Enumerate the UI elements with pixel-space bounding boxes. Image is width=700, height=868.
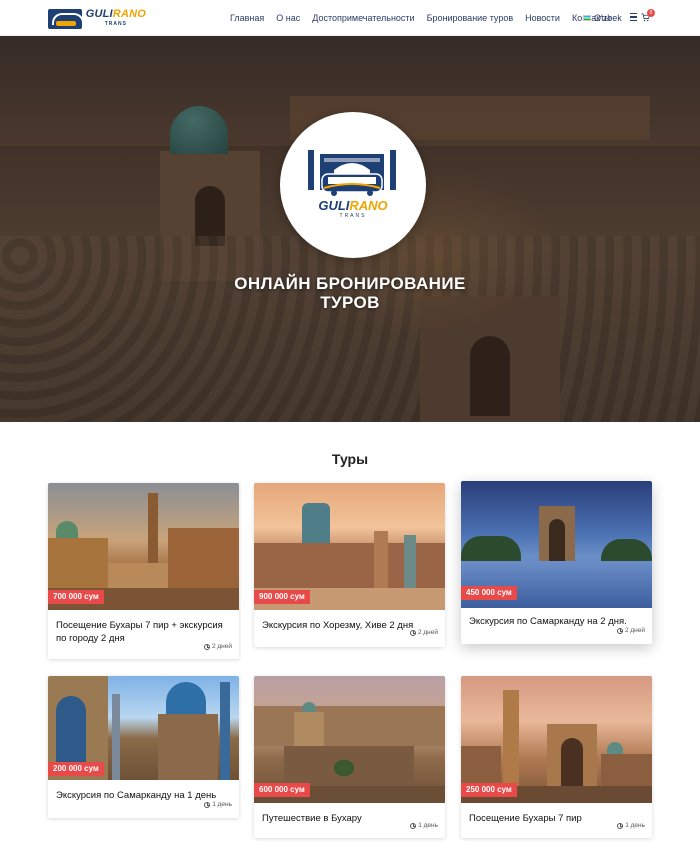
hero-logo: GULIRANO TRANS: [280, 112, 426, 258]
main-nav: Главная О нас Достопримечательности Брон…: [230, 0, 623, 36]
price-badge: 900 000 сум: [254, 590, 310, 604]
tour-duration: 1 день: [204, 801, 232, 808]
tour-card[interactable]: 450 000 сум Экскурсия по Самарканду на 2…: [461, 481, 652, 644]
hero-logo-sub: TRANS: [339, 213, 367, 219]
gate-bus-logo-icon: [308, 150, 396, 196]
uzbekistan-flag-icon: [583, 15, 591, 21]
site-logo[interactable]: GULIRANO TRANS: [48, 8, 146, 30]
nav-tour-booking[interactable]: Бронирование туров: [427, 13, 514, 23]
site-header: GULIRANO TRANS Главная О нас Достопримеч…: [0, 0, 700, 36]
hero-banner: GULIRANO TRANS ОНЛАЙН БРОНИРОВАНИЕ ТУРОВ: [0, 36, 700, 422]
hero-title: ОНЛАЙН БРОНИРОВАНИЕ ТУРОВ: [234, 274, 466, 312]
tour-title[interactable]: Посещение Бухары 7 пир + экскурсия по го…: [56, 619, 232, 645]
tour-card[interactable]: 600 000 сум Путешествие в Бухару 1 день: [254, 676, 445, 838]
logo-text: GULIRANO TRANS: [85, 8, 146, 28]
menu-icon[interactable]: [630, 13, 637, 21]
language-switcher[interactable]: O'zbek: [583, 13, 622, 23]
price-badge: 450 000 сум: [461, 586, 517, 600]
clock-icon: [204, 801, 211, 808]
clock-icon: [410, 822, 417, 829]
price-badge: 250 000 сум: [461, 783, 517, 797]
tour-duration: 2 дней: [203, 643, 232, 650]
cart-count-badge: 0: [647, 9, 655, 17]
nav-about[interactable]: О нас: [276, 13, 300, 23]
logo-mark-icon: [48, 9, 82, 29]
tour-card[interactable]: 250 000 сум Посещение Бухары 7 пир 1 ден…: [461, 676, 652, 838]
price-badge: 200 000 сум: [48, 762, 104, 776]
language-label: O'zbek: [594, 13, 622, 23]
nav-sights[interactable]: Достопримечательности: [312, 13, 414, 23]
clock-icon: [616, 627, 623, 634]
tour-duration: 1 день: [410, 822, 438, 829]
tour-duration: 2 дней: [409, 629, 438, 636]
tour-duration: 2 дней: [616, 627, 645, 634]
clock-icon: [617, 822, 624, 829]
nav-news[interactable]: Новости: [525, 13, 560, 23]
price-badge: 600 000 сум: [254, 783, 310, 797]
tour-card[interactable]: 700 000 сум Посещение Бухары 7 пир + экс…: [48, 483, 239, 659]
tour-card[interactable]: 900 000 сум Экскурсия по Хорезму, Хиве 2…: [254, 483, 445, 647]
tours-section-title: Туры: [331, 451, 369, 467]
hero-logo-brand: GULIRANO: [318, 198, 388, 213]
tour-card[interactable]: 200 000 сум Экскурсия по Самарканду на 1…: [48, 676, 239, 818]
clock-icon: [409, 629, 416, 636]
price-badge: 700 000 сум: [48, 590, 104, 604]
clock-icon: [203, 643, 210, 650]
nav-home[interactable]: Главная: [230, 13, 264, 23]
tour-duration: 1 день: [617, 822, 645, 829]
